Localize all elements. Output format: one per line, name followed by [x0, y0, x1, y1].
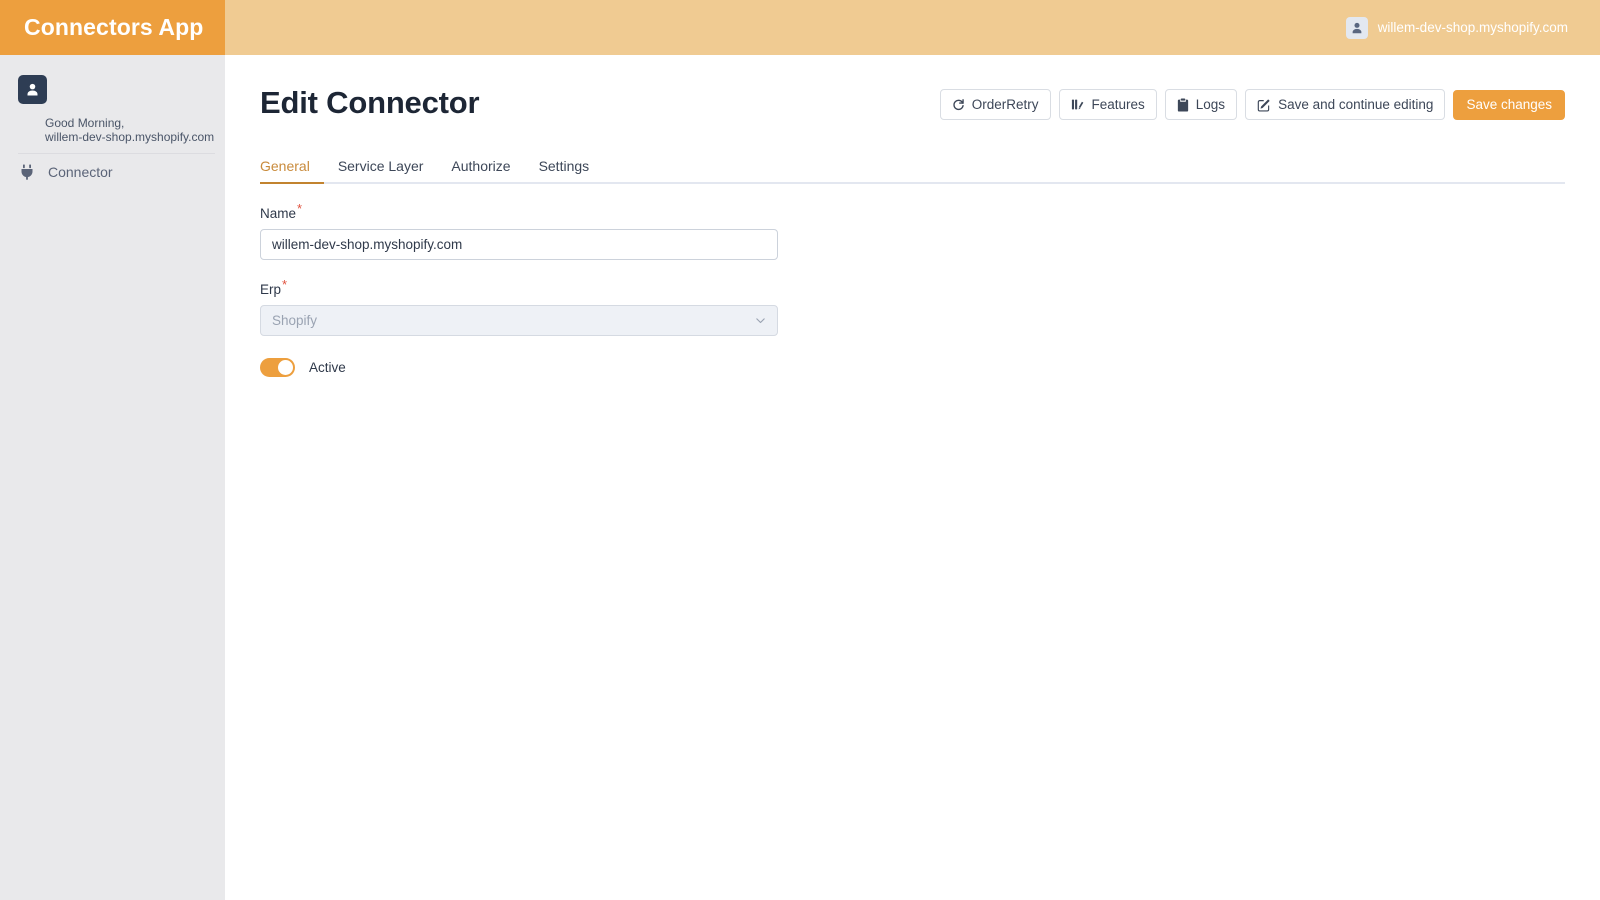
user-icon: [1345, 16, 1368, 39]
name-field-group: Name*: [260, 202, 1565, 260]
plug-icon: [18, 164, 35, 180]
features-label: Features: [1091, 97, 1145, 112]
name-label-text: Name: [260, 206, 297, 221]
active-toggle[interactable]: [260, 358, 295, 377]
greeting-block: Good Morning, willem-dev-shop.myshopify.…: [18, 104, 215, 154]
name-required-marker: *: [297, 200, 303, 216]
page-toolbar: OrderRetry Features Logs Save and contin…: [939, 89, 1565, 120]
page-title: Edit Connector: [260, 85, 480, 120]
user-name-label[interactable]: willem-dev-shop.myshopify.com: [1378, 21, 1568, 35]
tab-service-layer[interactable]: Service Layer: [324, 152, 438, 184]
tab-settings[interactable]: Settings: [525, 152, 604, 184]
tab-general-label: General: [260, 158, 310, 174]
top-bar: Connectors App willem-dev-shop.myshopify…: [0, 0, 1600, 55]
save-changes-label: Save changes: [1466, 97, 1552, 112]
brand-title: Connectors App: [24, 14, 204, 40]
logs-label: Logs: [1195, 97, 1226, 112]
active-toggle-label: Active: [309, 360, 346, 375]
erp-required-marker: *: [282, 276, 288, 292]
erp-label-text: Erp: [260, 282, 282, 297]
general-form: Name* Erp* Shopify: [260, 184, 1565, 377]
topbar-right: willem-dev-shop.myshopify.com: [225, 0, 1600, 55]
tab-authorize[interactable]: Authorize: [437, 152, 524, 184]
save-and-continue-button[interactable]: Save and continue editing: [1245, 89, 1446, 120]
save-and-continue-label: Save and continue editing: [1278, 97, 1434, 112]
erp-select-wrap: Shopify: [260, 305, 778, 336]
edit-pencil-icon: [1257, 98, 1271, 112]
tab-bar: General Service Layer Authorize Settings: [260, 150, 1565, 184]
save-changes-button[interactable]: Save changes: [1453, 89, 1565, 120]
greeting-line-2: willem-dev-shop.myshopify.com: [45, 130, 215, 145]
sliders-icon: [1071, 98, 1085, 111]
sidebar-item-connector[interactable]: Connector: [0, 154, 225, 190]
redo-icon: [952, 98, 965, 111]
tab-settings-label: Settings: [538, 158, 590, 174]
greeting-line-1: Good Morning,: [45, 116, 125, 130]
sidebar-item-label: Connector: [48, 163, 113, 180]
order-retry-button[interactable]: OrderRetry: [939, 89, 1051, 120]
name-field-label: Name*: [260, 202, 1565, 222]
sidebar: Good Morning, willem-dev-shop.myshopify.…: [0, 55, 225, 900]
erp-select[interactable]: Shopify: [260, 305, 778, 336]
toggle-knob: [278, 360, 293, 375]
tab-service-layer-label: Service Layer: [337, 158, 424, 174]
tab-authorize-label: Authorize: [451, 158, 511, 174]
app-root: Connectors App willem-dev-shop.myshopify…: [0, 0, 1600, 900]
page-header: Edit Connector OrderRetry Features Logs …: [260, 85, 1565, 133]
active-toggle-row: Active: [260, 358, 1565, 377]
user-badge-icon[interactable]: [18, 75, 47, 104]
features-button[interactable]: Features: [1058, 89, 1157, 120]
brand-area[interactable]: Connectors App: [0, 0, 225, 55]
sidebar-avatar-wrap: [0, 67, 225, 104]
name-input[interactable]: [260, 229, 778, 260]
erp-field-group: Erp* Shopify: [260, 278, 1565, 336]
erp-selected-value: Shopify: [272, 313, 318, 328]
clipboard-icon: [1177, 97, 1189, 112]
main-content: Edit Connector OrderRetry Features Logs …: [225, 55, 1600, 900]
erp-field-label: Erp*: [260, 278, 1565, 298]
order-retry-label: OrderRetry: [971, 97, 1039, 112]
tab-general[interactable]: General: [260, 152, 324, 184]
logs-button[interactable]: Logs: [1164, 89, 1238, 120]
